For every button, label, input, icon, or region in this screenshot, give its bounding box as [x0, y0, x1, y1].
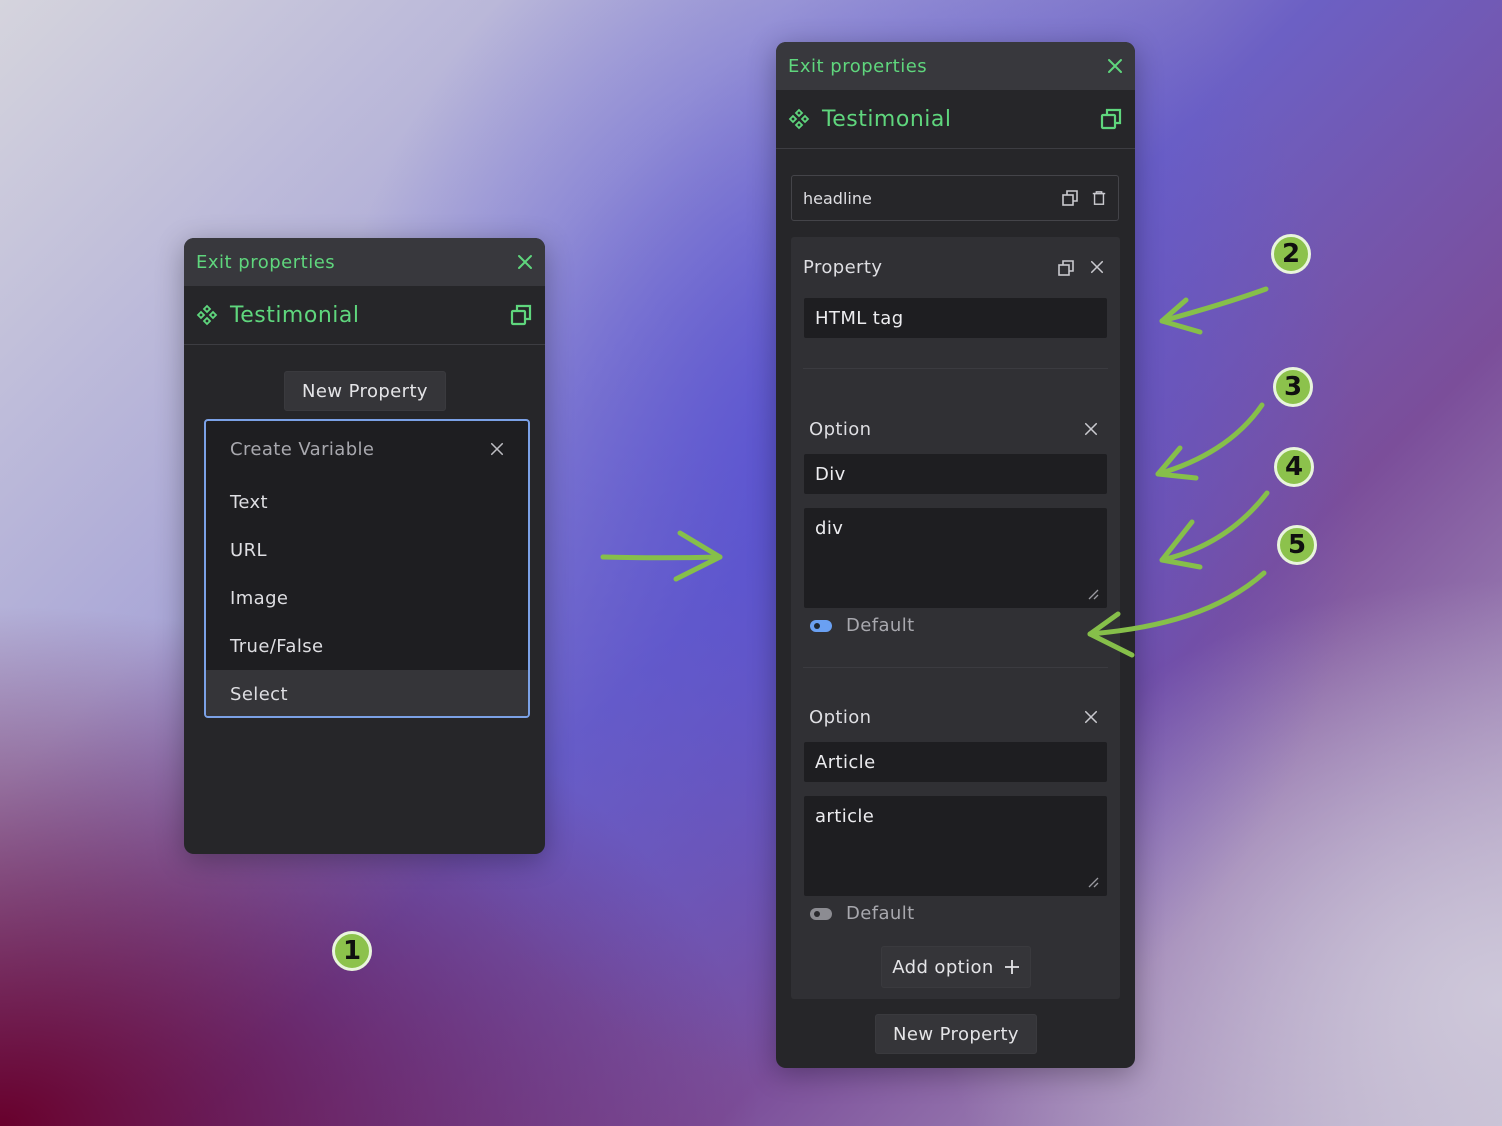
arrow-2 — [1159, 286, 1269, 324]
create-variable-dropdown: Create Variable Text URL Image True/Fals… — [204, 419, 530, 718]
step-badge-5: 5 — [1277, 525, 1317, 565]
component-title-row: Testimonial — [184, 286, 545, 345]
arrow-4 — [1159, 490, 1270, 563]
new-property-button[interactable]: New Property — [875, 1014, 1037, 1054]
divider — [803, 368, 1108, 369]
close-icon[interactable] — [1084, 710, 1098, 724]
dropdown-item-select[interactable]: Select — [206, 670, 528, 716]
copy-icon[interactable] — [1057, 259, 1075, 277]
step-badge-2: 2 — [1271, 234, 1311, 274]
exit-properties-bar[interactable]: Exit properties — [776, 42, 1135, 90]
close-icon[interactable] — [517, 254, 533, 270]
close-icon[interactable] — [1090, 260, 1104, 274]
duplicate-icon[interactable] — [1099, 107, 1123, 131]
dropdown-item-label: Select — [230, 683, 288, 705]
dropdown-item-label: Image — [230, 587, 289, 609]
option-value-textarea[interactable]: article — [804, 796, 1107, 896]
trash-icon[interactable] — [1091, 189, 1107, 207]
default-label: Default — [846, 615, 915, 636]
default-label: Default — [846, 903, 915, 924]
right-properties-panel: Exit properties Testimonial headline Pro… — [776, 42, 1135, 1068]
main-arrow — [600, 554, 723, 561]
dropdown-item-label: URL — [230, 539, 267, 561]
component-title-row: Testimonial — [776, 90, 1135, 149]
arrow-2-head — [1159, 297, 1203, 335]
duplicate-icon[interactable] — [509, 303, 533, 327]
dropdown-item-image[interactable]: Image — [206, 574, 528, 622]
option-value-text: div — [815, 518, 844, 539]
step-badge-4: 4 — [1274, 447, 1314, 487]
option-value-textarea[interactable]: div — [804, 508, 1107, 608]
close-icon[interactable] — [1107, 58, 1123, 74]
close-icon[interactable] — [490, 442, 504, 456]
copy-icon[interactable] — [1061, 189, 1079, 207]
option-value-text: article — [815, 806, 875, 827]
component-title: Testimonial — [822, 106, 952, 132]
dropdown-item-label: Text — [230, 491, 269, 513]
component-icon — [788, 108, 810, 130]
arrow-3 — [1155, 402, 1265, 477]
option-label: Option — [809, 707, 872, 728]
headline-label: headline — [803, 188, 872, 208]
headline-row[interactable]: headline — [791, 175, 1119, 221]
dropdown-item-url[interactable]: URL — [206, 526, 528, 574]
option-name-value: Div — [815, 463, 846, 485]
option-name-value: Article — [815, 751, 876, 773]
property-label: Property — [803, 257, 883, 278]
step-badge-3: 3 — [1273, 367, 1313, 407]
property-name-input[interactable]: HTML tag — [804, 298, 1107, 338]
property-name-value: HTML tag — [815, 307, 904, 329]
exit-properties-label[interactable]: Exit properties — [788, 56, 927, 77]
default-toggle[interactable] — [810, 619, 832, 632]
option-name-input[interactable]: Article — [804, 742, 1107, 782]
step-badge-1: 1 — [332, 931, 372, 971]
option-label: Option — [809, 419, 872, 440]
component-title: Testimonial — [230, 302, 360, 328]
close-icon[interactable] — [1084, 422, 1098, 436]
exit-properties-bar[interactable]: Exit properties — [184, 238, 545, 286]
default-toggle-row[interactable]: Default — [810, 615, 915, 636]
component-icon — [196, 304, 218, 326]
arrow-4-head — [1159, 519, 1203, 570]
dropdown-item-label: True/False — [230, 635, 324, 657]
resize-handle-icon[interactable] — [1087, 588, 1099, 600]
property-section: Property HTML tag Option Div div Default… — [791, 237, 1120, 999]
exit-properties-label[interactable]: Exit properties — [196, 252, 335, 273]
add-option-button[interactable]: Add option — [881, 946, 1031, 988]
divider — [803, 667, 1108, 668]
arrow-3-head — [1155, 445, 1199, 481]
option-name-input[interactable]: Div — [804, 454, 1107, 494]
default-toggle[interactable] — [810, 907, 832, 920]
default-toggle-row[interactable]: Default — [810, 903, 915, 924]
dropdown-item-true-false[interactable]: True/False — [206, 622, 528, 670]
add-option-label: Add option — [892, 956, 994, 978]
dropdown-header: Create Variable — [206, 421, 528, 477]
new-property-button[interactable]: New Property — [284, 371, 446, 411]
main-arrow-head — [673, 530, 723, 582]
dropdown-item-text[interactable]: Text — [206, 478, 528, 526]
plus-icon — [1004, 960, 1019, 974]
dropdown-header-label: Create Variable — [230, 438, 375, 460]
left-properties-panel: Exit properties Testimonial New Property… — [184, 238, 545, 854]
resize-handle-icon[interactable] — [1087, 876, 1099, 888]
